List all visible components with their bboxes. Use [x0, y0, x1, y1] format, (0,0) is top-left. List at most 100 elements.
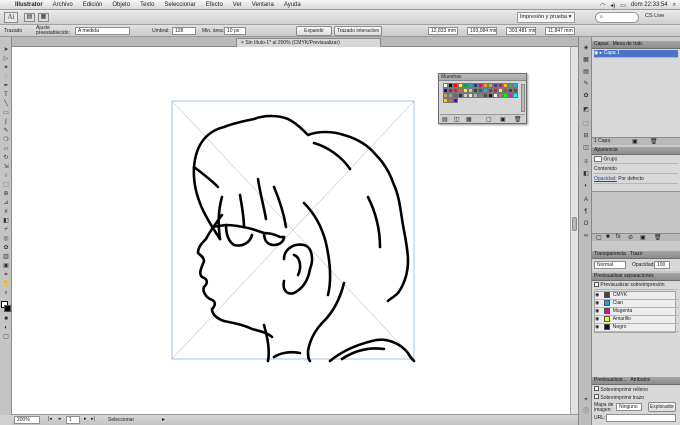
- attributes-panel-header[interactable]: Previsualizar... Atributos: [592, 377, 680, 385]
- blob-brush-tool-icon[interactable]: ❍: [2, 137, 10, 144]
- swatches-panel-title[interactable]: Muestras: [439, 74, 526, 81]
- pencil-tool-icon[interactable]: ✎: [2, 128, 10, 135]
- overprint-fill-checkbox[interactable]: [594, 386, 599, 391]
- show-kinds-icon[interactable]: ◫: [454, 116, 460, 123]
- plate-row[interactable]: ◉ Cian: [595, 300, 679, 308]
- type-tool-icon[interactable]: T: [2, 92, 10, 99]
- pen-tool-icon[interactable]: ✒: [2, 83, 10, 90]
- threshold-field[interactable]: 128: [172, 27, 196, 35]
- appearance-opacity-row[interactable]: Opacidad: Por defecto: [594, 176, 678, 184]
- duplicate-item-icon[interactable]: ▣: [640, 234, 646, 241]
- line-tool-icon[interactable]: ╲: [2, 101, 10, 108]
- prev-artboard-icon[interactable]: ◂: [58, 416, 61, 422]
- url-field[interactable]: [606, 414, 676, 422]
- symbol-sprayer-tool-icon[interactable]: ✿: [2, 245, 10, 252]
- menu-texto[interactable]: Texto: [135, 2, 159, 8]
- menu-objeto[interactable]: Objeto: [107, 2, 135, 8]
- paragraph-icon[interactable]: ¶: [582, 209, 590, 216]
- overprint-preview-checkbox[interactable]: [594, 282, 599, 288]
- color-guide-icon[interactable]: ▦: [582, 57, 590, 64]
- free-transform-tool-icon[interactable]: ⬚: [2, 182, 10, 189]
- tab-stroke[interactable]: Trazo: [630, 251, 643, 257]
- swatches-icon[interactable]: ▤: [582, 69, 590, 76]
- scale-tool-icon[interactable]: ⇲: [2, 164, 10, 171]
- new-swatch-icon[interactable]: ▣: [500, 116, 506, 123]
- blend-mode-dropdown[interactable]: Normal: [594, 261, 626, 269]
- add-stroke-icon[interactable]: ▢: [596, 234, 602, 241]
- eyedropper-tool-icon[interactable]: ⌿: [2, 227, 10, 234]
- expand-button[interactable]: Expandir: [296, 26, 332, 36]
- clear-appearance-icon[interactable]: ⊘: [628, 234, 633, 241]
- overprint-stroke-checkbox[interactable]: [594, 394, 599, 399]
- document-tab[interactable]: × Sin título-1* al 200% (CMYK/Previsuali…: [236, 38, 381, 47]
- layers-panel-header[interactable]: Capas Mesa de trab.: [592, 41, 680, 49]
- arrange-documents-icon[interactable]: ▦: [38, 13, 49, 22]
- plate-eye-icon[interactable]: ◉: [595, 316, 599, 322]
- spotlight-icon[interactable]: ⌕: [673, 2, 676, 9]
- add-effect-icon[interactable]: fx: [616, 234, 621, 240]
- bridge-icon[interactable]: ▤: [24, 13, 35, 22]
- separations-panel-header[interactable]: Previsualizar separaciones: [592, 273, 680, 281]
- tab-appearance[interactable]: Apariencia: [594, 147, 618, 153]
- rectangle-tool-icon[interactable]: ▭: [2, 110, 10, 117]
- menu-ventana[interactable]: Ventana: [247, 2, 279, 8]
- preset-dropdown[interactable]: A medida: [75, 27, 130, 35]
- swatch-cell[interactable]: [453, 98, 458, 103]
- menu-edicion[interactable]: Edición: [78, 2, 108, 8]
- volume-icon[interactable]: ◂): [610, 2, 615, 9]
- search-input[interactable]: ⌕: [595, 12, 639, 23]
- cs-live-menu[interactable]: CS Live: [645, 13, 664, 19]
- tab-separations-preview[interactable]: Previsualizar separaciones: [594, 273, 654, 279]
- blend-tool-icon[interactable]: ◎: [2, 236, 10, 243]
- pathfinder-icon[interactable]: ◫: [582, 145, 590, 152]
- plate-row[interactable]: ◉ Magenta: [595, 308, 679, 316]
- new-layer-icon[interactable]: ▣: [632, 138, 638, 145]
- image-map-dropdown[interactable]: Ninguno: [616, 403, 642, 411]
- portrait-drawing[interactable]: [192, 114, 416, 363]
- direct-selection-tool-icon[interactable]: ▷: [2, 56, 10, 63]
- live-trace-button[interactable]: Trazado interactivo: [334, 26, 382, 36]
- character-icon[interactable]: A: [582, 197, 590, 204]
- delete-item-icon[interactable]: 🗑: [654, 234, 662, 241]
- width-tool-icon[interactable]: ≀: [2, 173, 10, 180]
- overprint-fill-option[interactable]: Sobreimprimir relleno: [594, 386, 648, 393]
- stroke-color-swatch[interactable]: [4, 305, 11, 312]
- x-field[interactable]: 12,833 mm: [428, 27, 458, 35]
- slice-tool-icon[interactable]: ⌗: [2, 272, 10, 279]
- graphic-styles-icon[interactable]: ◩: [582, 107, 590, 114]
- align-icon[interactable]: ⊟: [582, 133, 590, 140]
- tab-transparency[interactable]: Transparencia: [594, 251, 626, 257]
- plate-eye-icon[interactable]: ◉: [595, 300, 599, 306]
- scroll-thumb[interactable]: [572, 217, 577, 231]
- transform-icon[interactable]: ⬚: [582, 121, 590, 128]
- battery-icon[interactable]: ▭: [620, 2, 626, 9]
- tab-layers[interactable]: Capas: [594, 41, 608, 47]
- first-artboard-icon[interactable]: |◂: [48, 416, 52, 422]
- rotate-tool-icon[interactable]: ↻: [2, 155, 10, 162]
- status-info[interactable]: Seleccionar: [108, 417, 134, 423]
- magic-wand-tool-icon[interactable]: ✶: [2, 65, 10, 72]
- overprint-preview-row[interactable]: Previsualizar sobreimpresión: [594, 282, 678, 290]
- paintbrush-tool-icon[interactable]: ∫: [2, 119, 10, 126]
- clock[interactable]: dom 22:33:54: [631, 2, 668, 8]
- menu-archivo[interactable]: Archivo: [48, 2, 78, 8]
- draw-mode-icon[interactable]: ◐: [2, 325, 10, 332]
- status-menu-arrow-icon[interactable]: ▸: [162, 416, 165, 423]
- zoom-tool-icon[interactable]: ⌕: [2, 290, 10, 297]
- eraser-tool-icon[interactable]: ▱: [2, 146, 10, 153]
- tab-preview[interactable]: Previsualizar...: [594, 377, 627, 383]
- screen-mode-icon[interactable]: ▢: [2, 334, 10, 341]
- selection-tool-icon[interactable]: ➤: [2, 47, 10, 54]
- new-color-group-icon[interactable]: ▢: [486, 116, 492, 123]
- next-artboard-icon[interactable]: ▸: [84, 416, 87, 422]
- gradient-icon[interactable]: ◧: [582, 171, 590, 178]
- swatch-options-icon[interactable]: ▦: [466, 116, 472, 123]
- height-field[interactable]: 11,847 mm: [545, 27, 575, 35]
- menu-seleccionar[interactable]: Seleccionar: [159, 2, 200, 8]
- plate-eye-icon[interactable]: ◉: [595, 308, 599, 314]
- plate-row[interactable]: ◉ Amarillo: [595, 316, 679, 324]
- plate-eye-icon[interactable]: ◉: [595, 324, 599, 330]
- layer-row[interactable]: ◉ ▸ Capa 1: [594, 50, 678, 58]
- stroke-icon[interactable]: ≡: [582, 159, 590, 166]
- hand-tool-icon[interactable]: ✋: [2, 281, 10, 288]
